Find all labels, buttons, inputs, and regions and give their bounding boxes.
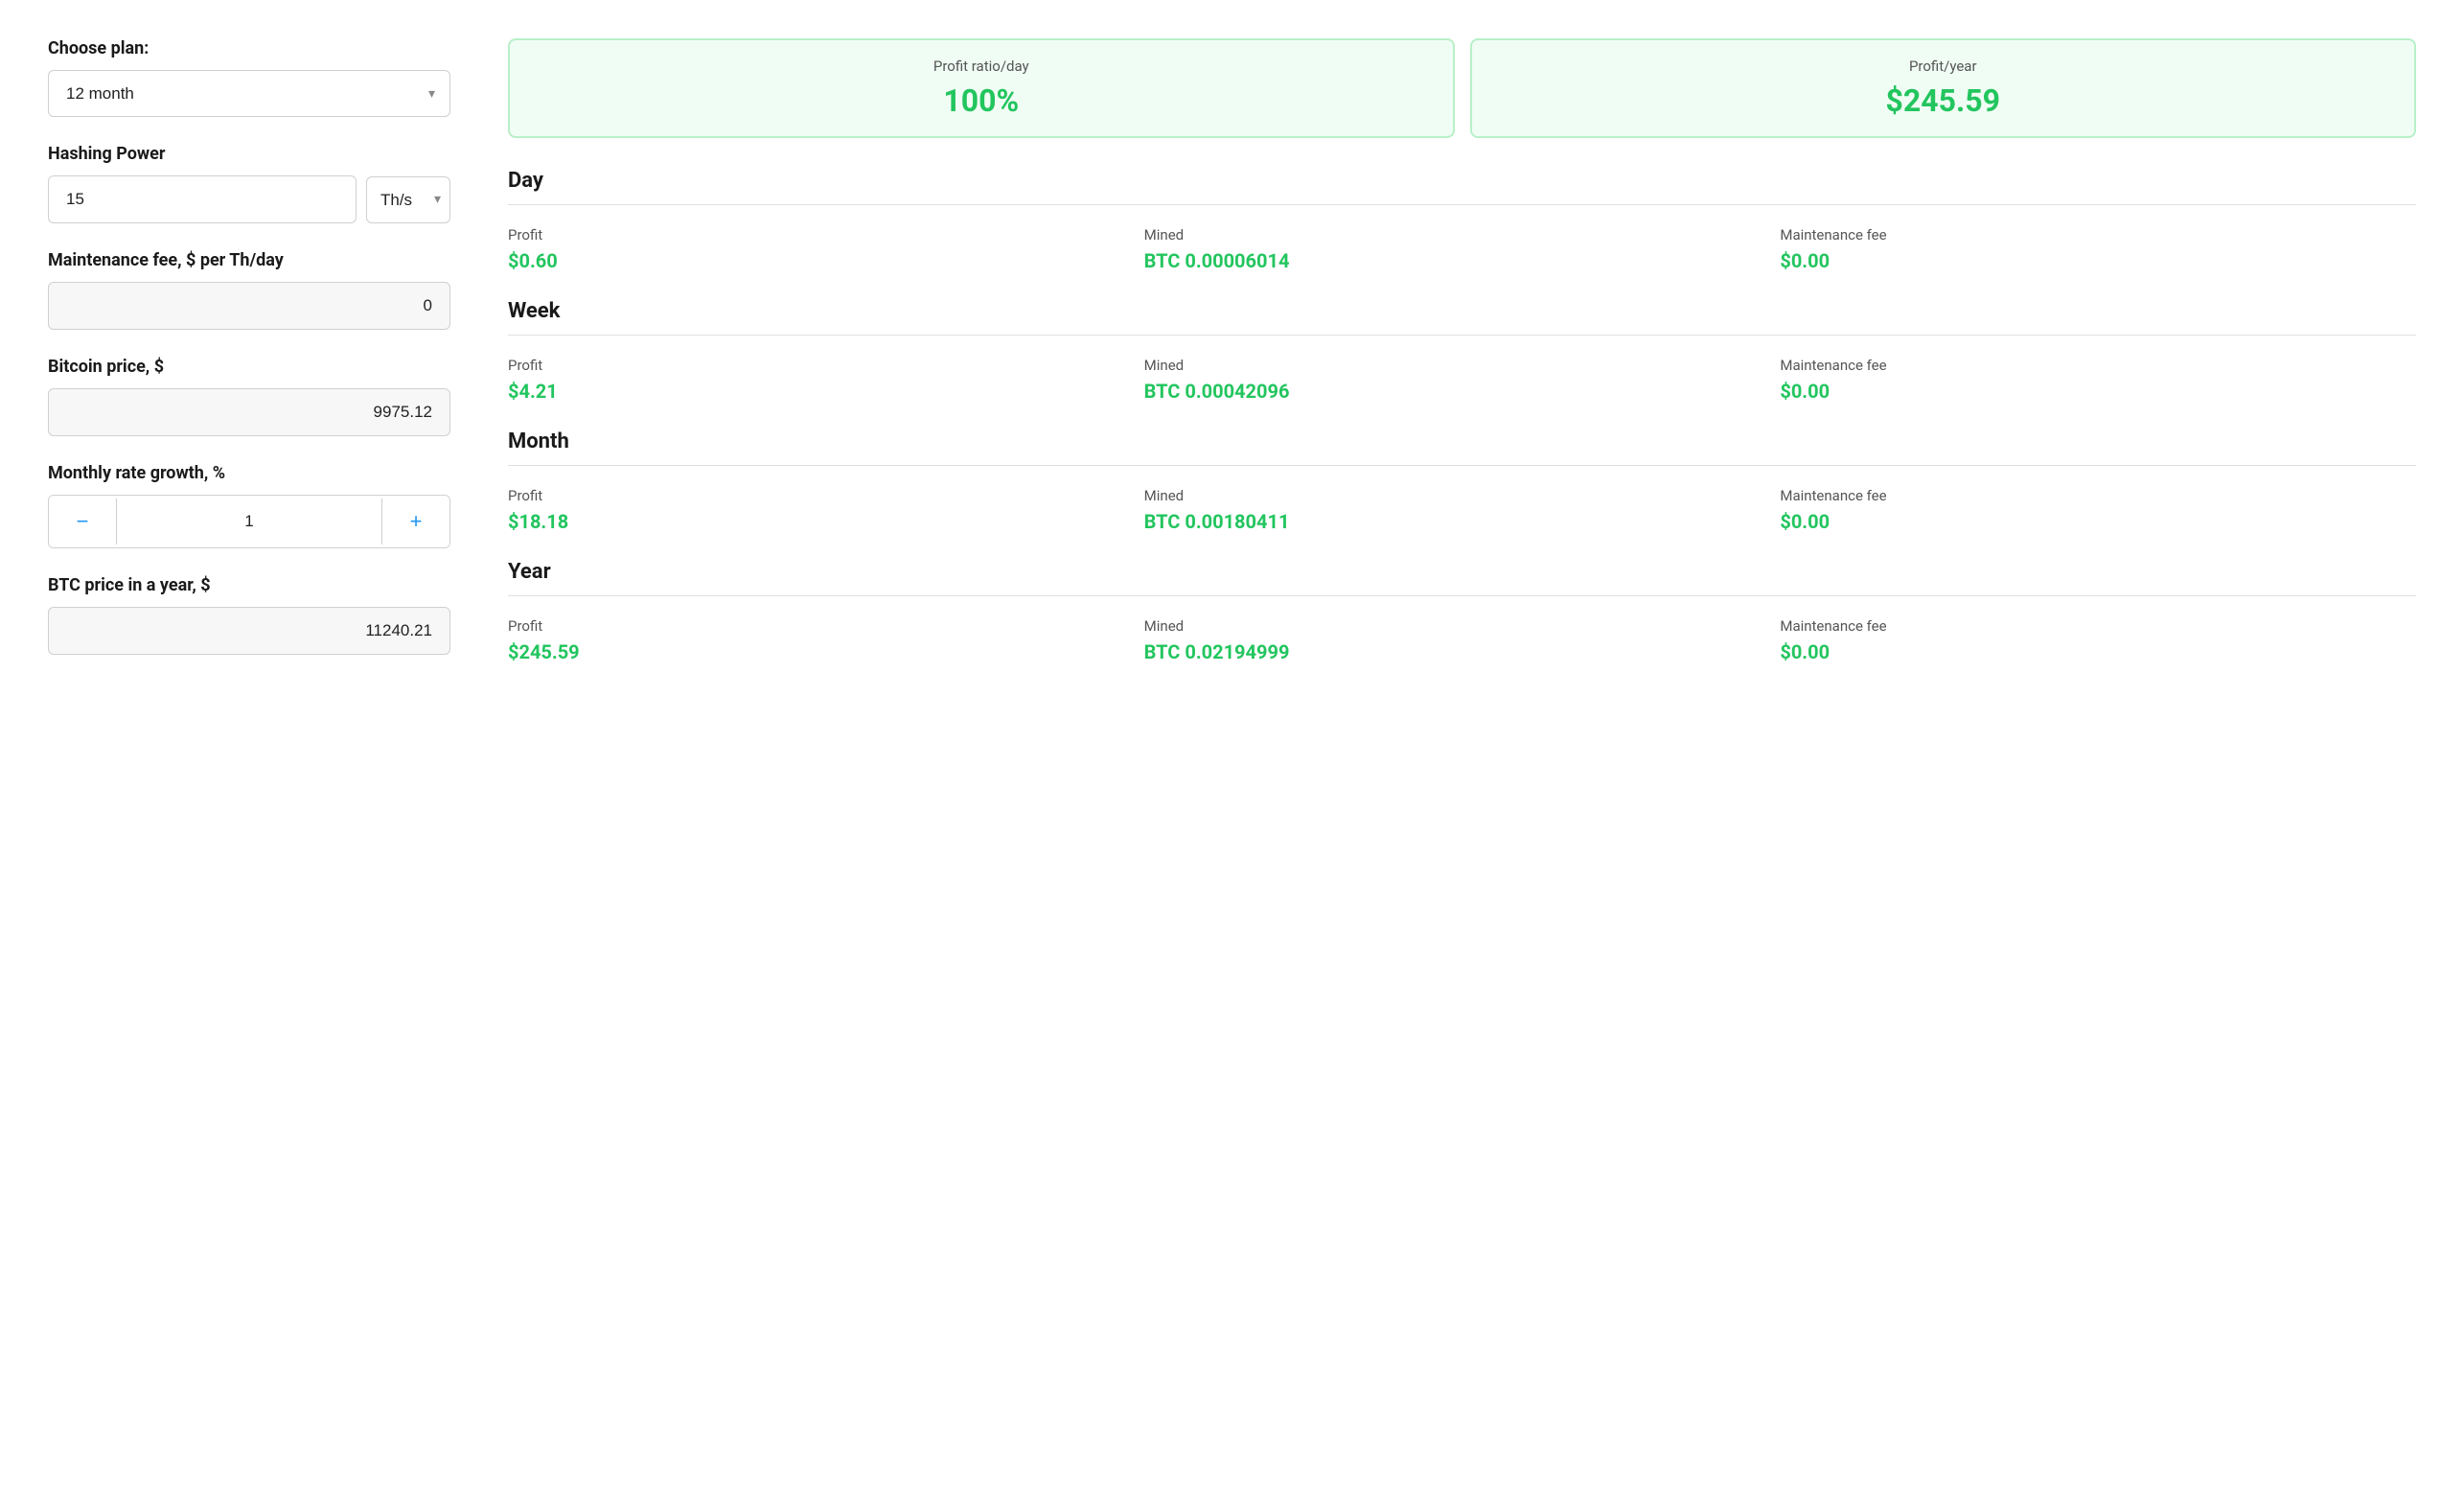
- mined-label-week: Mined: [1144, 357, 1781, 374]
- stat-fee-col-month: Maintenance fee $0.00: [1780, 487, 2416, 533]
- period-section-week: Week Profit $4.21 Mined BTC 0.00042096 M…: [508, 299, 2416, 403]
- mined-label-month: Mined: [1144, 487, 1781, 504]
- btc-price-year-input[interactable]: [48, 607, 450, 655]
- choose-plan-label: Choose plan:: [48, 38, 450, 58]
- stat-profit-col-day: Profit $0.60: [508, 226, 1144, 272]
- mined-label-day: Mined: [1144, 226, 1781, 244]
- period-section-month: Month Profit $18.18 Mined BTC 0.00180411…: [508, 429, 2416, 533]
- right-panel: Profit ratio/day 100% Profit/year $245.5…: [508, 38, 2416, 690]
- plan-select-wrapper: 12 month 6 month 3 month 1 month ▾: [48, 70, 450, 117]
- fee-label-year: Maintenance fee: [1780, 617, 2416, 635]
- left-panel: Choose plan: 12 month 6 month 3 month 1 …: [48, 38, 450, 682]
- unit-select-wrapper: Th/s Ph/s Gh/s ▾: [366, 176, 450, 223]
- period-stats-week: Profit $4.21 Mined BTC 0.00042096 Mainte…: [508, 347, 2416, 403]
- profit-label-month: Profit: [508, 487, 1144, 504]
- choose-plan-group: Choose plan: 12 month 6 month 3 month 1 …: [48, 38, 450, 117]
- plus-icon: +: [410, 509, 423, 534]
- stepper-plus-button[interactable]: +: [382, 496, 449, 547]
- unit-select[interactable]: Th/s Ph/s Gh/s: [366, 176, 450, 223]
- hashing-power-input[interactable]: [48, 175, 357, 223]
- summary-cards: Profit ratio/day 100% Profit/year $245.5…: [508, 38, 2416, 138]
- stepper-minus-button[interactable]: −: [49, 496, 116, 547]
- profit-value-day: $0.60: [508, 249, 1144, 272]
- profit-year-value: $245.59: [1495, 82, 2392, 119]
- hashing-row: Th/s Ph/s Gh/s ▾: [48, 175, 450, 223]
- profit-label-year: Profit: [508, 617, 1144, 635]
- period-title-week: Week: [508, 299, 2416, 336]
- stat-fee-col-year: Maintenance fee $0.00: [1780, 617, 2416, 663]
- stat-profit-col-month: Profit $18.18: [508, 487, 1144, 533]
- monthly-rate-group: Monthly rate growth, % − +: [48, 463, 450, 548]
- stat-fee-col-day: Maintenance fee $0.00: [1780, 226, 2416, 272]
- profit-year-card: Profit/year $245.59: [1470, 38, 2417, 138]
- period-stats-day: Profit $0.60 Mined BTC 0.00006014 Mainte…: [508, 217, 2416, 272]
- profit-label-week: Profit: [508, 357, 1144, 374]
- plan-select[interactable]: 12 month 6 month 3 month 1 month: [48, 70, 450, 117]
- profit-label-day: Profit: [508, 226, 1144, 244]
- mined-label-year: Mined: [1144, 617, 1781, 635]
- mined-value-week: BTC 0.00042096: [1144, 380, 1781, 403]
- main-layout: Choose plan: 12 month 6 month 3 month 1 …: [48, 38, 2416, 690]
- profit-value-month: $18.18: [508, 510, 1144, 533]
- mined-value-month: BTC 0.00180411: [1144, 510, 1781, 533]
- bitcoin-price-group: Bitcoin price, $: [48, 357, 450, 436]
- bitcoin-price-label: Bitcoin price, $: [48, 357, 450, 377]
- stat-profit-col-year: Profit $245.59: [508, 617, 1144, 663]
- fee-value-week: $0.00: [1780, 380, 2416, 403]
- btc-price-year-group: BTC price in a year, $: [48, 575, 450, 655]
- stat-profit-col-week: Profit $4.21: [508, 357, 1144, 403]
- profit-value-week: $4.21: [508, 380, 1144, 403]
- fee-label-day: Maintenance fee: [1780, 226, 2416, 244]
- btc-price-year-label: BTC price in a year, $: [48, 575, 450, 595]
- hashing-power-label: Hashing Power: [48, 144, 450, 164]
- fee-value-month: $0.00: [1780, 510, 2416, 533]
- bitcoin-price-input[interactable]: [48, 388, 450, 436]
- maintenance-fee-input[interactable]: [48, 282, 450, 330]
- period-title-day: Day: [508, 169, 2416, 205]
- profit-ratio-card: Profit ratio/day 100%: [508, 38, 1455, 138]
- fee-value-year: $0.00: [1780, 640, 2416, 663]
- fee-label-month: Maintenance fee: [1780, 487, 2416, 504]
- fee-label-week: Maintenance fee: [1780, 357, 2416, 374]
- mined-value-day: BTC 0.00006014: [1144, 249, 1781, 272]
- fee-value-day: $0.00: [1780, 249, 2416, 272]
- maintenance-fee-group: Maintenance fee, $ per Th/day: [48, 250, 450, 330]
- mined-value-year: BTC 0.02194999: [1144, 640, 1781, 663]
- stat-mined-col-month: Mined BTC 0.00180411: [1144, 487, 1781, 533]
- period-stats-month: Profit $18.18 Mined BTC 0.00180411 Maint…: [508, 477, 2416, 533]
- profit-year-label: Profit/year: [1495, 58, 2392, 75]
- stat-mined-col-day: Mined BTC 0.00006014: [1144, 226, 1781, 272]
- period-title-month: Month: [508, 429, 2416, 466]
- stat-mined-col-week: Mined BTC 0.00042096: [1144, 357, 1781, 403]
- stat-fee-col-week: Maintenance fee $0.00: [1780, 357, 2416, 403]
- stepper-row: − +: [48, 495, 450, 548]
- maintenance-fee-label: Maintenance fee, $ per Th/day: [48, 250, 450, 270]
- period-stats-year: Profit $245.59 Mined BTC 0.02194999 Main…: [508, 608, 2416, 663]
- stat-mined-col-year: Mined BTC 0.02194999: [1144, 617, 1781, 663]
- period-section-day: Day Profit $0.60 Mined BTC 0.00006014 Ma…: [508, 169, 2416, 272]
- periods-container: Day Profit $0.60 Mined BTC 0.00006014 Ma…: [508, 169, 2416, 663]
- minus-icon: −: [77, 509, 89, 534]
- profit-value-year: $245.59: [508, 640, 1144, 663]
- period-title-year: Year: [508, 560, 2416, 596]
- period-section-year: Year Profit $245.59 Mined BTC 0.02194999…: [508, 560, 2416, 663]
- profit-ratio-label: Profit ratio/day: [533, 58, 1430, 75]
- hashing-power-group: Hashing Power Th/s Ph/s Gh/s ▾: [48, 144, 450, 223]
- profit-ratio-value: 100%: [533, 82, 1430, 119]
- monthly-rate-label: Monthly rate growth, %: [48, 463, 450, 483]
- monthly-rate-input[interactable]: [116, 499, 382, 545]
